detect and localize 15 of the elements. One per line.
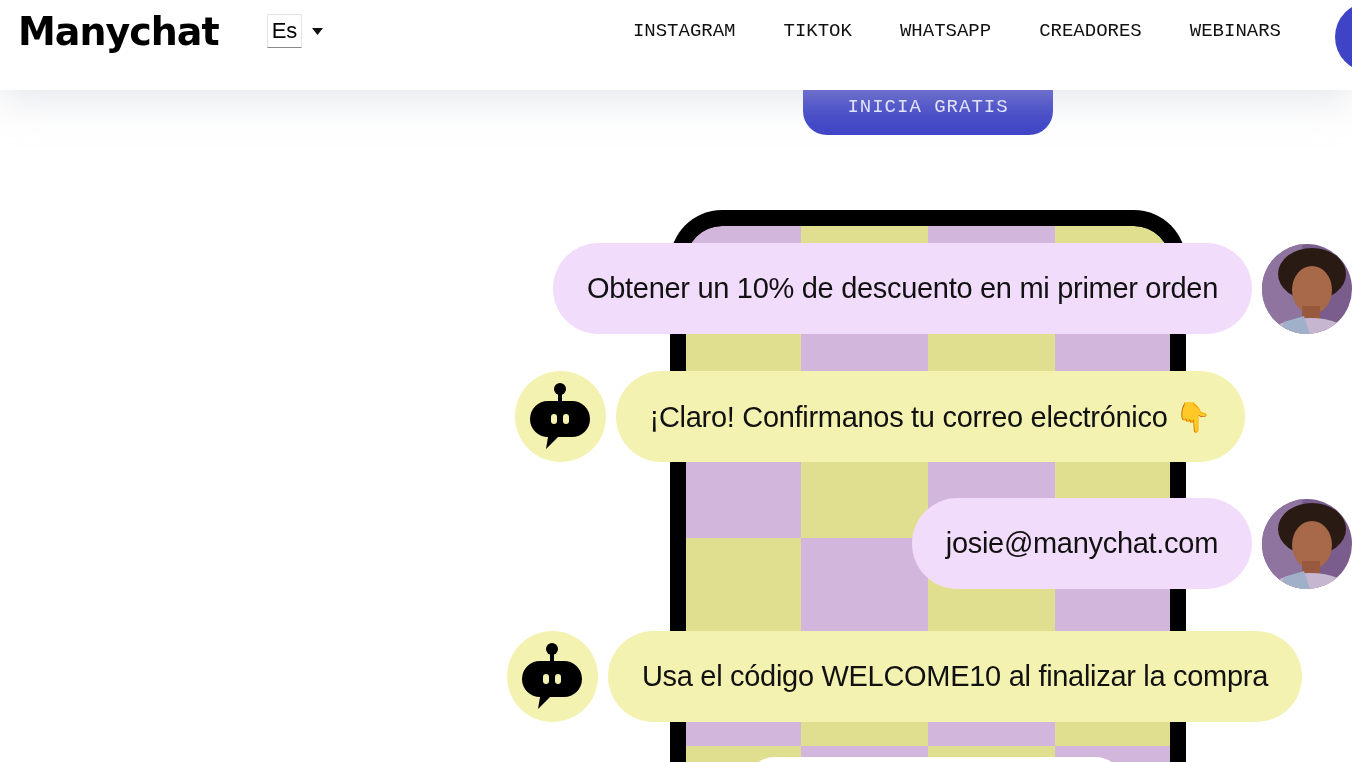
nav-link[interactable]: CREADORES xyxy=(1039,19,1142,43)
nav-link[interactable]: INSTAGRAM xyxy=(632,19,736,43)
bot-message: Usa el código WELCOME10 al finalizar la compra xyxy=(607,631,1302,722)
bot-message: ¡Claro! Confirmanos tu correo electrónico 👇 xyxy=(615,371,1245,462)
logo[interactable]: Manychat xyxy=(18,10,219,52)
nav-link[interactable]: WEBINARS xyxy=(1189,19,1281,43)
start-button[interactable]: INICIA GRATIS xyxy=(803,90,1053,135)
robot-icon xyxy=(520,642,585,711)
language-select[interactable]: Es xyxy=(266,14,303,48)
nav-link[interactable]: WHATSAPP xyxy=(899,19,992,43)
user-message: Obtener un 10% de descuento en mi primer orden xyxy=(552,243,1252,334)
robot-icon xyxy=(528,382,593,451)
nav-link[interactable]: TIKTOK xyxy=(783,19,852,43)
user-message: josie@manychat.com xyxy=(911,498,1252,589)
caret-icon[interactable] xyxy=(312,27,324,35)
